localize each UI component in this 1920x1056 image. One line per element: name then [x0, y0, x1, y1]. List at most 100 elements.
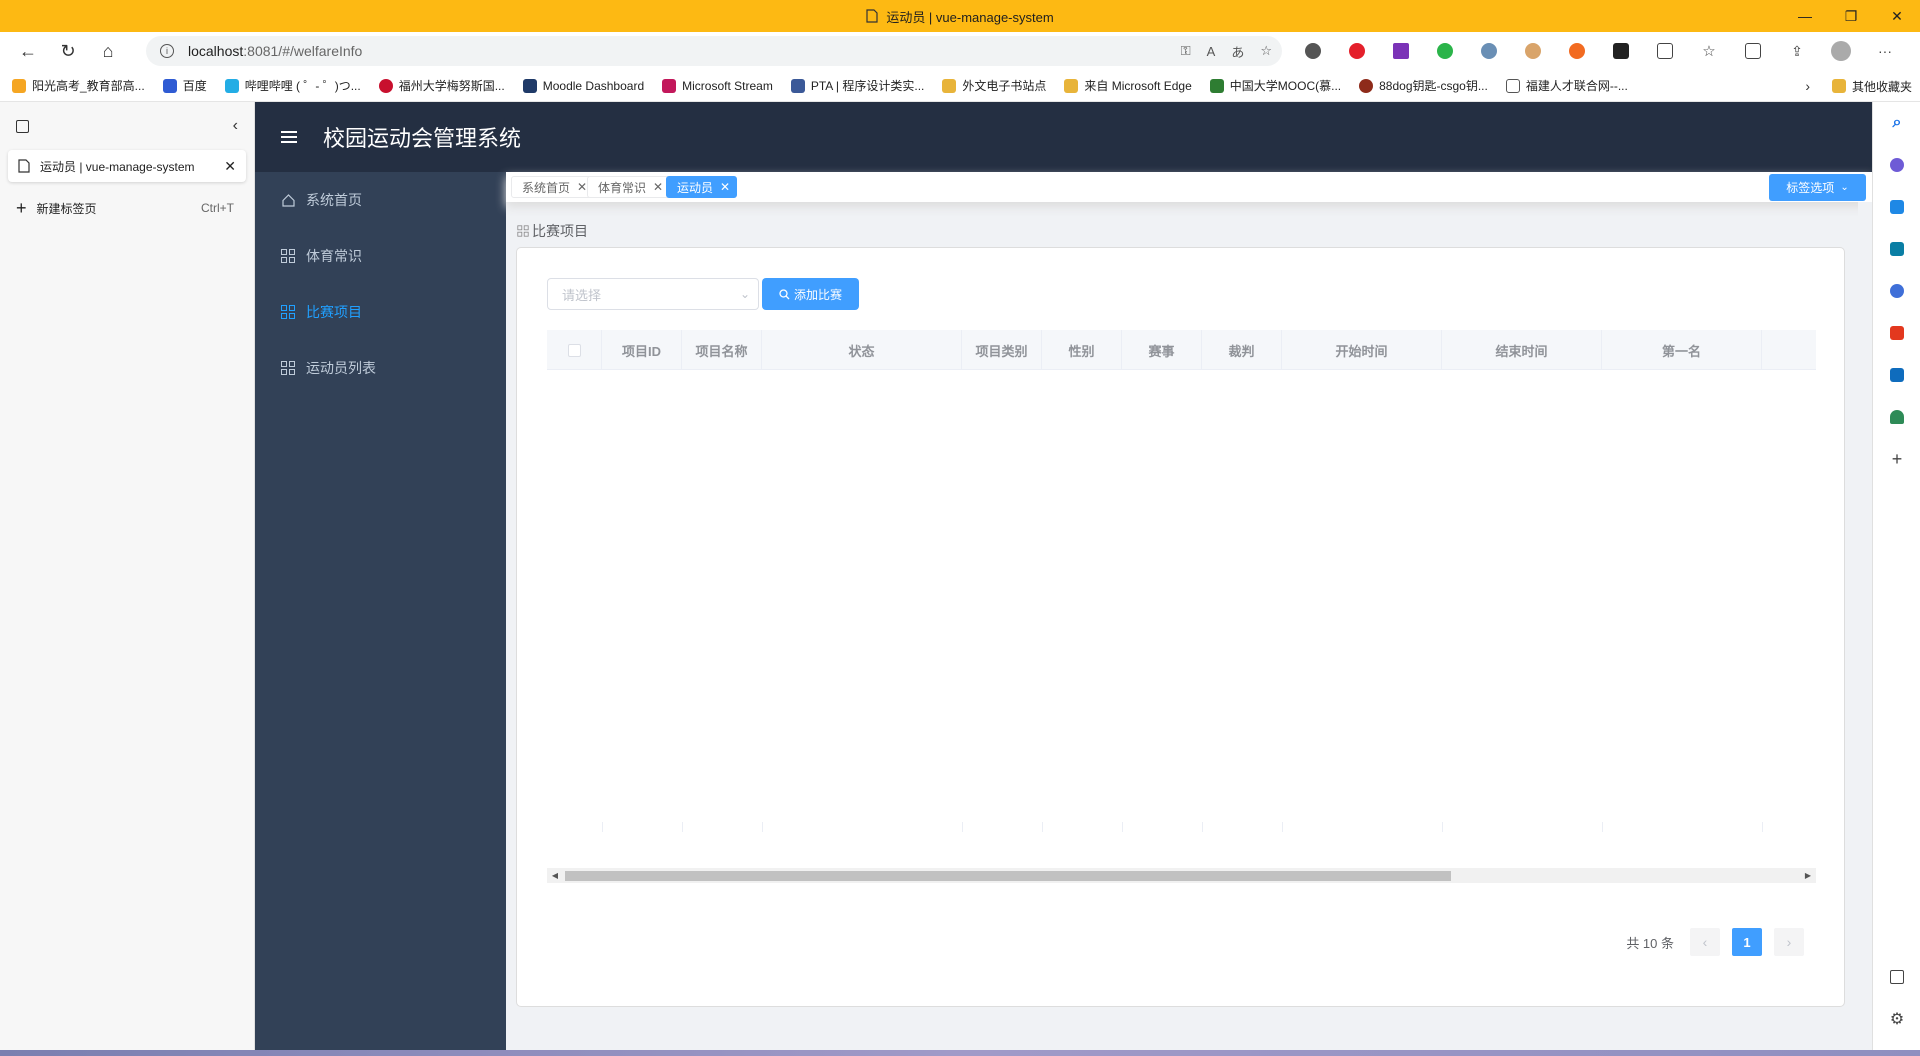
- next-page-button[interactable]: ›: [1774, 928, 1804, 956]
- search-icon: [779, 288, 790, 299]
- add-event-button[interactable]: 添加比赛: [762, 278, 859, 310]
- share-icon[interactable]: ⇪: [1780, 34, 1814, 68]
- browser-tab-active[interactable]: 运动员 | vue-manage-system ✕: [8, 150, 246, 182]
- extension-adblock-icon[interactable]: [1340, 34, 1374, 68]
- page-scrollbar[interactable]: [1858, 202, 1872, 1050]
- bookmark-item[interactable]: 阳光高考_教育部高...: [12, 77, 145, 94]
- collections-icon[interactable]: [1736, 34, 1770, 68]
- column-header[interactable]: 结束时间: [1442, 330, 1602, 370]
- menu-toggle-button[interactable]: [255, 102, 323, 172]
- extension-gear-icon[interactable]: [1296, 34, 1330, 68]
- games-icon[interactable]: [1873, 270, 1920, 312]
- filter-select[interactable]: 请选择 ⌄: [547, 278, 759, 310]
- bookmark-folder[interactable]: 外文电子书站点: [942, 77, 1046, 94]
- extension-flame-icon[interactable]: [1560, 34, 1594, 68]
- sidebar-item-events[interactable]: 比赛项目: [255, 284, 506, 340]
- column-header[interactable]: 项目类别: [962, 330, 1042, 370]
- column-header[interactable]: 第一名: [1602, 330, 1762, 370]
- read-aloud-icon[interactable]: A: [1207, 44, 1216, 59]
- collapse-panel-icon[interactable]: ‹: [233, 117, 238, 135]
- more-menu-icon[interactable]: ···: [1868, 34, 1902, 68]
- sidebar-item-sports-knowledge[interactable]: 体育常识: [255, 228, 506, 284]
- bookmark-item[interactable]: Moodle Dashboard: [522, 78, 644, 93]
- home-icon: [280, 192, 296, 208]
- column-divider: [1042, 822, 1043, 832]
- close-icon[interactable]: ✕: [577, 180, 587, 194]
- tree-icon[interactable]: [1873, 396, 1920, 438]
- office-icon[interactable]: [1873, 312, 1920, 354]
- extension-face-icon[interactable]: [1516, 34, 1550, 68]
- sidebar-item-home[interactable]: 系统首页: [255, 172, 506, 228]
- close-icon[interactable]: ✕: [653, 180, 663, 194]
- column-header[interactable]: 裁判: [1202, 330, 1282, 370]
- chevron-down-icon: ⌄: [739, 287, 750, 301]
- add-icon[interactable]: +: [1873, 438, 1920, 480]
- select-all-checkbox[interactable]: [567, 343, 581, 357]
- bookmark-item[interactable]: Microsoft Stream: [662, 78, 773, 93]
- copilot-icon[interactable]: [1873, 144, 1920, 186]
- extension-check-icon[interactable]: [1428, 34, 1462, 68]
- address-bar[interactable]: i localhost:8081/#/welfareInfo ⚿ A あ ☆: [146, 36, 1282, 66]
- bookmark-item[interactable]: PTA | 程序设计类实...: [790, 77, 924, 94]
- other-bookmarks-folder[interactable]: 其他收藏夹: [1831, 78, 1912, 95]
- refresh-button[interactable]: ↻: [48, 32, 88, 70]
- prev-page-button[interactable]: ‹: [1690, 928, 1720, 956]
- key-icon[interactable]: ⚿: [1181, 43, 1191, 59]
- minimize-button[interactable]: —: [1782, 0, 1828, 32]
- close-icon[interactable]: ✕: [720, 180, 730, 194]
- extension-onenote-icon[interactable]: [1384, 34, 1418, 68]
- sidebar-layout-icon[interactable]: [1873, 956, 1920, 998]
- home-button[interactable]: ⌂: [88, 32, 128, 70]
- scroll-left-arrow[interactable]: ◀: [547, 868, 563, 883]
- favorite-star-icon[interactable]: ☆: [1260, 43, 1272, 59]
- bookmark-item[interactable]: 88dog钥匙-csgo钥...: [1359, 77, 1488, 94]
- shopping-tag-icon[interactable]: [1873, 186, 1920, 228]
- restore-button[interactable]: ❐: [1828, 0, 1874, 32]
- page-number-current[interactable]: 1: [1732, 928, 1762, 956]
- search-icon[interactable]: ⌕: [1873, 102, 1920, 144]
- new-tab-button[interactable]: + 新建标签页 Ctrl+T: [8, 192, 246, 224]
- tag-home[interactable]: 系统首页 ✕: [511, 176, 595, 198]
- info-icon[interactable]: i: [160, 44, 174, 58]
- app-sidebar: 系统首页 体育常识 比赛项目 运动员列表: [255, 172, 506, 1050]
- bookmark-item[interactable]: 福建人才联合网--...: [1505, 77, 1628, 94]
- scroll-right-arrow[interactable]: ▶: [1800, 868, 1816, 883]
- extensions-puzzle-icon[interactable]: [1648, 34, 1682, 68]
- extension-dark-icon[interactable]: [1604, 34, 1638, 68]
- gear-icon[interactable]: ⚙: [1873, 998, 1920, 1040]
- bookmark-item[interactable]: 百度: [162, 77, 207, 94]
- tools-icon[interactable]: [1873, 228, 1920, 270]
- column-divider: [1442, 822, 1443, 832]
- bookmark-item[interactable]: 福州大学梅努斯国...: [378, 77, 505, 94]
- scrollbar-thumb[interactable]: [565, 871, 1451, 881]
- horizontal-scrollbar[interactable]: ◀ ▶: [547, 868, 1816, 883]
- profile-avatar[interactable]: [1824, 34, 1858, 68]
- tag-athletes[interactable]: 运动员 ✕: [666, 176, 738, 198]
- column-header[interactable]: 性别: [1042, 330, 1122, 370]
- column-header[interactable]: 项目ID: [602, 330, 682, 370]
- translate-icon[interactable]: あ: [1231, 42, 1244, 61]
- column-header[interactable]: 赛事: [1122, 330, 1202, 370]
- bookmark-item[interactable]: 中国大学MOOC(慕...: [1209, 77, 1341, 94]
- close-window-button[interactable]: ✕: [1874, 0, 1920, 32]
- bookmark-folder[interactable]: 来自 Microsoft Edge: [1064, 77, 1192, 94]
- column-header[interactable]: 开始时间: [1282, 330, 1442, 370]
- outlook-icon[interactable]: [1873, 354, 1920, 396]
- tag-options-button[interactable]: 标签选项 ⌄: [1769, 174, 1866, 201]
- column-header[interactable]: 项目名称: [682, 330, 762, 370]
- bookmark-item[interactable]: 哔哩哔哩 ( ゜- ゜)つ...: [224, 77, 361, 94]
- close-tab-icon[interactable]: ✕: [224, 158, 236, 175]
- extension-cloud-icon[interactable]: [1472, 34, 1506, 68]
- grid-icon: [517, 225, 529, 237]
- browser-toolbar: ← ↻ ⌂ i localhost:8081/#/welfareInfo ⚿ A…: [0, 32, 1920, 70]
- favorites-icon[interactable]: ☆: [1692, 34, 1726, 68]
- column-header[interactable]: 状态: [762, 330, 962, 370]
- breadcrumb-text: 比赛项目: [532, 223, 588, 239]
- chevron-right-icon[interactable]: ›: [1805, 78, 1810, 94]
- tab-actions-icon[interactable]: [16, 119, 29, 133]
- url-text[interactable]: localhost:8081/#/welfareInfo: [188, 43, 362, 59]
- grid-icon: [280, 248, 296, 264]
- tag-sports-knowledge[interactable]: 体育常识 ✕: [587, 176, 671, 198]
- sidebar-item-athletes[interactable]: 运动员列表: [255, 340, 506, 396]
- back-button[interactable]: ←: [8, 32, 48, 70]
